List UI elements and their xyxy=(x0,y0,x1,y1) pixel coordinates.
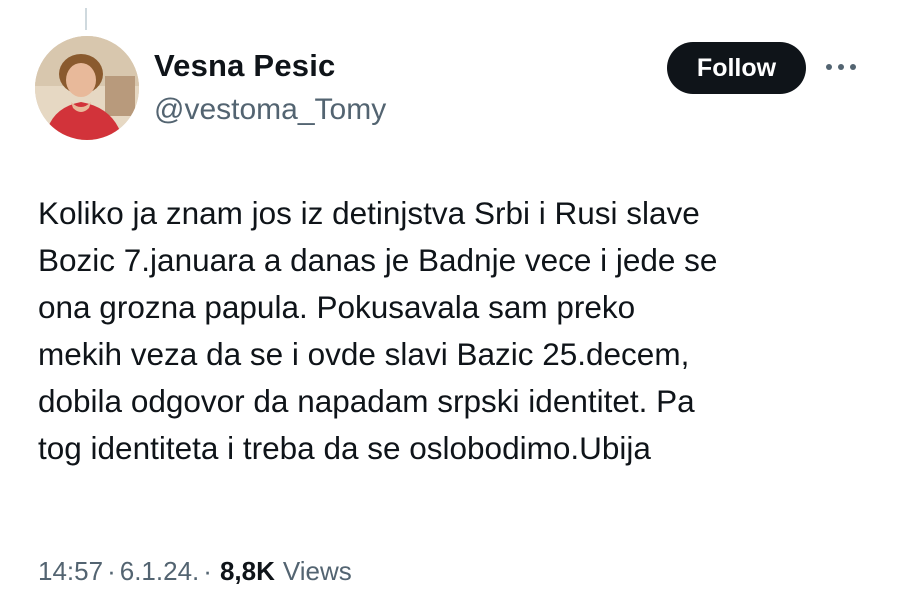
avatar[interactable] xyxy=(35,36,139,140)
tweet-text-line: Bozic 7.januara a danas je Badnje vece i… xyxy=(38,242,718,278)
views-label: Views xyxy=(282,556,352,586)
thread-connector-line xyxy=(85,8,87,30)
tweet-text-line: Koliko ja znam jos iz detinjstva Srbi i … xyxy=(38,195,700,231)
tweet-time[interactable]: 14:57 xyxy=(38,556,103,587)
more-dot xyxy=(850,64,856,70)
tweet-text-line: ona grozna papula. Pokusavala sam preko xyxy=(38,289,636,325)
tweet-text-line: dobila odgovor da napadam srpski identit… xyxy=(38,383,695,419)
author-handle[interactable]: @vestoma_Tomy xyxy=(154,93,386,127)
meta-separator: · xyxy=(203,556,212,586)
tweet-text-line: mekih veza da se i ovde slavi Bazic 25.d… xyxy=(38,336,690,372)
author-name[interactable]: Vesna Pesic xyxy=(154,48,335,84)
tweet-text-line: tog identiteta i treba da se oslobodimo.… xyxy=(38,430,651,466)
tweet-text: Koliko ja znam jos iz detinjstva Srbi i … xyxy=(38,190,868,472)
avatar-photo xyxy=(35,36,139,140)
more-horizontal-icon[interactable] xyxy=(826,62,862,72)
more-dot xyxy=(826,64,832,70)
views-count: 8,8K xyxy=(219,556,275,586)
meta-separator: · xyxy=(107,556,116,586)
tweet-date[interactable]: 6.1.24. xyxy=(120,556,200,587)
follow-button[interactable]: Follow xyxy=(667,42,806,94)
more-dot xyxy=(838,64,844,70)
tweet-meta: 14:57 · 6.1.24. · 8,8K Views xyxy=(38,556,352,587)
